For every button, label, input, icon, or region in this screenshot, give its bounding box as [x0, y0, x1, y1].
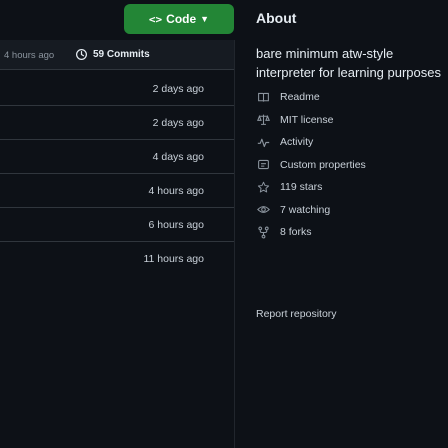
about-item-license[interactable]: MIT license — [256, 109, 442, 132]
file-time: 2 days ago — [152, 82, 204, 95]
fork-icon — [256, 225, 270, 239]
file-row[interactable]: 4 days ago — [0, 140, 234, 174]
about-item-label: 7 watching — [280, 203, 331, 216]
about-item-label: 119 stars — [280, 181, 323, 194]
about-item-stars[interactable]: 119 stars — [256, 176, 442, 199]
code-icon: <> — [148, 12, 163, 26]
about-item-forks[interactable]: 8 forks — [256, 221, 442, 244]
pulse-icon — [256, 135, 270, 149]
file-time: 6 hours ago — [148, 218, 204, 231]
about-item-readme[interactable]: Readme — [256, 86, 442, 109]
file-row[interactable]: 2 days ago — [0, 72, 234, 106]
chevron-down-icon: ▼ — [200, 14, 210, 24]
file-time: 11 hours ago — [143, 253, 204, 265]
file-time: 2 days ago — [152, 116, 204, 129]
file-row[interactable]: 2 days ago — [0, 106, 234, 140]
about-heading: About — [256, 10, 297, 26]
history-icon — [76, 49, 87, 60]
report-repository-link[interactable]: Report repository — [256, 308, 337, 320]
file-time: 4 hours ago — [148, 184, 204, 197]
about-item-label: MIT license — [280, 113, 334, 126]
about-item-label: 8 forks — [280, 226, 312, 239]
note-icon — [256, 158, 270, 172]
commits-count: 59 Commits — [93, 49, 150, 60]
code-button-label: Code — [166, 12, 197, 26]
about-list: Readme MIT license Activity Custom prope… — [256, 86, 442, 244]
file-row[interactable]: 11 hours ago — [0, 242, 234, 276]
about-item-watching[interactable]: 7 watching — [256, 199, 442, 222]
last-commit-time: 4 hours ago — [4, 50, 55, 61]
file-list: 2 days ago 2 days ago 4 days ago 4 hours… — [0, 72, 234, 276]
repo-description: bare minimum atw-style interpreter for l… — [256, 46, 441, 80]
star-icon — [256, 180, 270, 194]
code-button[interactable]: <> Code ▼ — [124, 4, 234, 34]
about-item-label: Readme — [280, 91, 320, 104]
about-item-activity[interactable]: Activity — [256, 131, 442, 154]
about-item-label: Activity — [280, 136, 314, 149]
about-item-custom-properties[interactable]: Custom properties — [256, 154, 442, 177]
file-row[interactable]: 4 hours ago — [0, 174, 234, 208]
commits-bar: 4 hours ago 59 Commits — [0, 40, 234, 70]
commits-link[interactable]: 59 Commits — [75, 48, 150, 61]
book-icon — [256, 90, 270, 104]
file-row[interactable]: 6 hours ago — [0, 208, 234, 242]
law-icon — [256, 113, 270, 127]
column-divider — [234, 40, 235, 448]
about-item-label: Custom properties — [280, 158, 366, 171]
file-time: 4 days ago — [152, 150, 204, 163]
eye-icon — [256, 203, 270, 217]
